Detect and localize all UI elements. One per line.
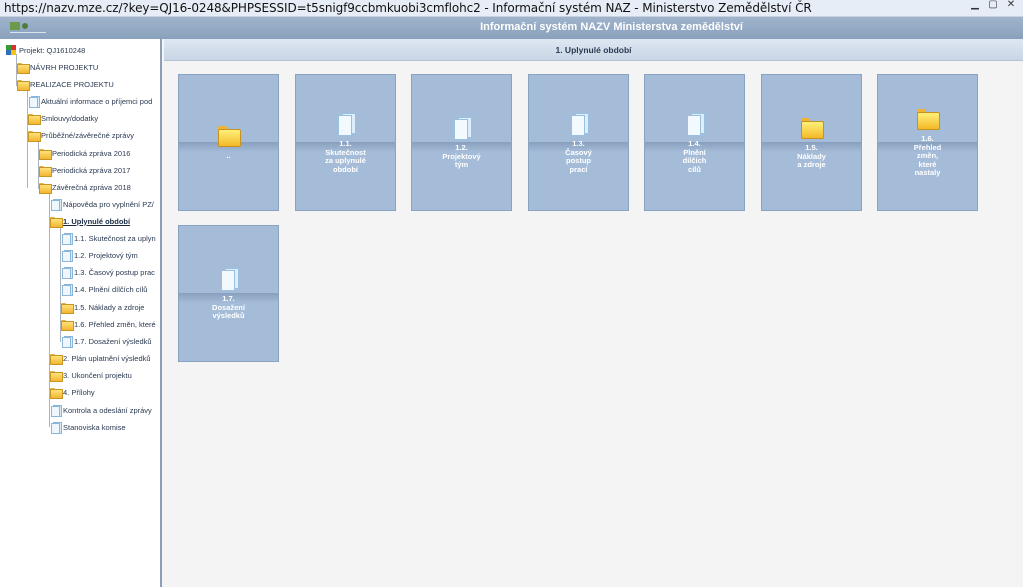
tree-item-committee-opinions[interactable]: Stanoviska komise — [50, 419, 126, 435]
tree-item-1-3[interactable]: 1.3. Časový postup prac — [61, 264, 155, 280]
folder-icon — [61, 319, 74, 331]
tree-item-recipient-info[interactable]: Aktuální informace o příjemci pod — [28, 93, 152, 109]
tile-1-7[interactable]: 1.7. Dosažení výsledků — [178, 225, 279, 362]
folder-icon — [17, 62, 30, 74]
tile-1-1[interactable]: 1.1. Skutečnost za uplynulé období — [295, 74, 396, 211]
main-content: 1. Uplynulé období .. 1.1. Skutečnost za… — [164, 39, 1023, 587]
project-icon — [6, 45, 17, 55]
tile-parent-folder[interactable]: .. — [178, 74, 279, 211]
tree-item-past-period[interactable]: 1. Uplynulé období — [50, 213, 130, 229]
document-icon — [61, 284, 73, 296]
tree-item-1-7[interactable]: 1.7. Dosažení výsledků — [61, 333, 152, 349]
tree-item-report-2017[interactable]: Periodická zpráva 2017 — [39, 162, 130, 178]
app-title: Informační systém NAZV Ministerstva země… — [480, 21, 743, 33]
tree-item-1-2[interactable]: 1.2. Projektový tým — [61, 247, 138, 263]
folder-icon — [50, 387, 63, 399]
folder-icon — [217, 123, 241, 147]
tree-item-1-4[interactable]: 1.4. Plnění dílčích cílů — [61, 281, 147, 297]
tree-item-check-submit[interactable]: Kontrola a odeslání zprávy — [50, 402, 152, 418]
folder-icon — [916, 106, 940, 130]
folder-icon — [50, 216, 63, 228]
tree-item-1-1[interactable]: 1.1. Skutečnost za uplyn — [61, 230, 156, 246]
tree-item-project[interactable]: Projekt: QJ1610248 — [6, 42, 85, 58]
tile-1-5[interactable]: 1.5. Náklady a zdroje — [761, 74, 862, 211]
minimize-icon[interactable]: ▁ — [968, 0, 982, 10]
browser-title: https://nazv.mze.cz/?key=QJ16-0248&PHPSE… — [4, 1, 812, 15]
tree-item-help[interactable]: Nápověda pro vyplnění PZ/ — [50, 196, 154, 212]
document-icon — [61, 336, 73, 348]
tree-item-1-5[interactable]: 1.5. Náklady a zdroje — [61, 299, 144, 315]
document-icon — [334, 111, 358, 136]
folder-icon — [39, 182, 52, 194]
tree-item-contracts[interactable]: Smlouvy/dodatky — [28, 110, 98, 126]
tree-item-realization[interactable]: REALIZACE PROJEKTU — [17, 76, 114, 92]
document-icon — [50, 405, 62, 417]
folder-icon — [39, 148, 52, 160]
document-icon — [683, 111, 707, 136]
tree-item-attachments[interactable]: 4. Přílohy — [50, 384, 95, 400]
folder-icon — [28, 130, 41, 142]
document-icon — [50, 422, 62, 434]
document-icon — [50, 199, 62, 211]
ministry-logo-icon — [10, 22, 46, 33]
folder-icon — [800, 115, 824, 139]
folder-icon — [17, 79, 30, 91]
document-icon — [567, 111, 591, 136]
document-icon — [61, 267, 73, 279]
browser-titlebar: https://nazv.mze.cz/?key=QJ16-0248&PHPSE… — [0, 0, 1023, 17]
folder-icon — [28, 113, 41, 125]
folder-icon — [50, 370, 63, 382]
document-icon — [217, 266, 241, 291]
tree-item-project-end[interactable]: 3. Ukončení projektu — [50, 367, 132, 383]
tree-item-results-plan[interactable]: 2. Plán uplatnění výsledků — [50, 350, 151, 366]
maximize-icon[interactable]: ▢ — [986, 0, 1000, 10]
section-title: 1. Uplynulé období — [164, 39, 1023, 61]
document-icon — [61, 250, 73, 262]
tree-item-1-6[interactable]: 1.6. Přehled změn, které — [61, 316, 156, 332]
document-icon — [28, 96, 40, 108]
tree-item-reports[interactable]: Průběžné/závěrečné zprávy — [28, 127, 134, 143]
tree-item-report-2016[interactable]: Periodická zpráva 2016 — [39, 145, 130, 161]
folder-icon — [39, 165, 52, 177]
close-icon[interactable]: ✕ — [1004, 0, 1018, 10]
folder-icon — [50, 353, 63, 365]
tile-1-4[interactable]: 1.4. Plnění dílčích cílů — [644, 74, 745, 211]
tile-1-2[interactable]: 1.2. Projektový tým — [411, 74, 512, 211]
navigation-tree: Projekt: QJ1610248 NÁVRH PROJEKTU REALIZ… — [0, 39, 162, 587]
tree-item-final-report-2018[interactable]: Závěrečná zpráva 2018 — [39, 179, 131, 195]
app-header: Informační systém NAZV Ministerstva země… — [0, 17, 1023, 39]
document-icon — [61, 233, 73, 245]
tile-1-6[interactable]: 1.6. Přehled změn, které nastaly — [877, 74, 978, 211]
tree-item-proposal[interactable]: NÁVRH PROJEKTU — [17, 59, 98, 75]
document-icon — [450, 115, 474, 140]
folder-icon — [61, 302, 74, 314]
tile-1-3[interactable]: 1.3. Časový postup prací — [528, 74, 629, 211]
